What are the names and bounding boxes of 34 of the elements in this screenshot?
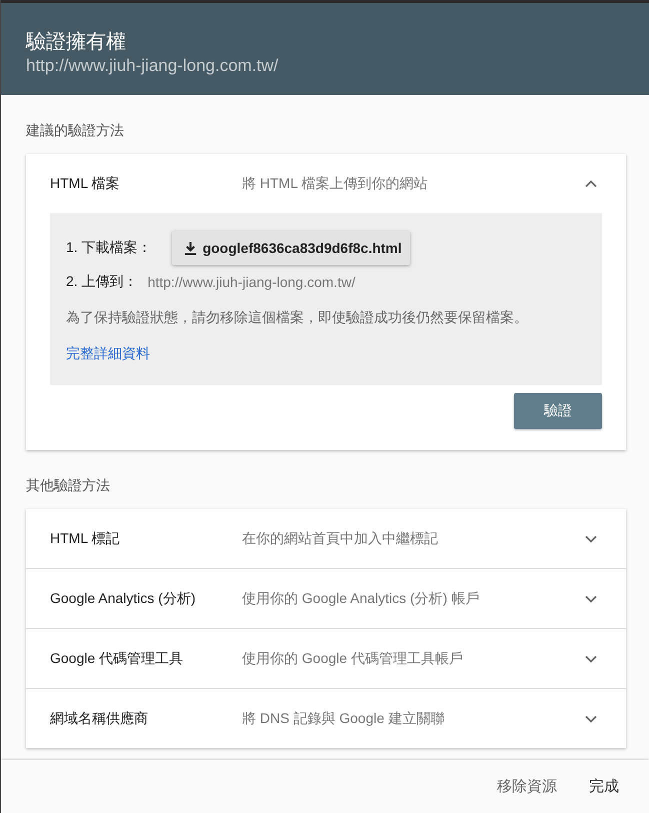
method-name: HTML 檔案 xyxy=(50,174,120,192)
method-description: 在你的網站首頁中加入中繼標記 xyxy=(242,530,439,548)
step-label: 2. 上傳到： xyxy=(66,273,138,291)
method-description: 使用你的 Google Analytics (分析) 帳戶 xyxy=(242,590,480,608)
note-text: 為了保持驗證狀態，請勿移除這個檔案，即使驗證成功後仍然要保留檔案。 xyxy=(66,309,529,327)
method-description: 將 DNS 記錄與 Google 建立關聯 xyxy=(242,710,446,728)
footer-button[interactable]: 完成 xyxy=(577,769,631,804)
chevron-down-icon[interactable] xyxy=(585,654,597,662)
chevron-down-icon[interactable] xyxy=(585,714,597,722)
method-row[interactable]: 網域名稱供應商 將 DNS 記錄與 Google 建立關聯 xyxy=(26,689,626,748)
step-label: 1. 下載檔案： xyxy=(66,239,152,257)
method-row[interactable]: Google 代碼管理工具 使用你的 Google 代碼管理工具帳戶 xyxy=(26,629,626,688)
method-row[interactable]: HTML 標記 在你的網站首頁中加入中繼標記 xyxy=(26,509,626,568)
section-heading: 建議的驗證方法 xyxy=(26,121,125,140)
upload-url: http://www.jiuh-jiang-long.com.tw/ xyxy=(148,274,356,290)
chevron-down-icon[interactable] xyxy=(585,534,597,542)
download-icon xyxy=(184,240,197,256)
chevron-down-icon[interactable] xyxy=(585,594,597,602)
method-name: HTML 標記 xyxy=(50,530,120,548)
section-heading: 其他驗證方法 xyxy=(26,476,111,495)
method-name: Google Analytics (分析) xyxy=(50,590,196,608)
method-description: 將 HTML 檔案上傳到你的網站 xyxy=(242,174,428,192)
verify-button[interactable]: 驗證 xyxy=(514,393,602,429)
download-button[interactable]: googlef8636ca83d9d6f8c.html xyxy=(172,231,410,265)
method-name: Google 代碼管理工具 xyxy=(50,650,184,668)
site-url: http://www.jiuh-jiang-long.com.tw/ xyxy=(26,55,280,77)
method-row[interactable]: Google Analytics (分析) 使用你的 Google Analytics (分析) 帳戶 xyxy=(26,569,626,628)
method-description: 使用你的 Google 代碼管理工具帳戶 xyxy=(242,650,464,668)
method-row[interactable]: HTML 檔案 將 HTML 檔案上傳到你的網站 xyxy=(26,154,626,213)
chevron-up-icon[interactable] xyxy=(585,180,597,188)
footer-button[interactable]: 移除資源 xyxy=(485,769,569,804)
dialog-title: 驗證擁有權 xyxy=(26,30,127,55)
method-name: 網域名稱供應商 xyxy=(50,710,149,728)
details-link[interactable]: 完整詳細資料 xyxy=(66,345,150,363)
